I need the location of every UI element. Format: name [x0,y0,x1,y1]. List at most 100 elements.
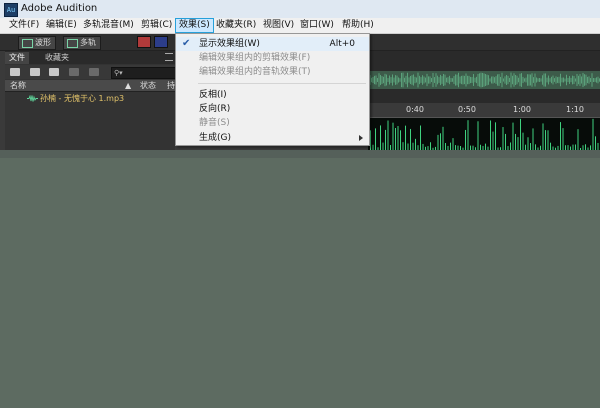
menu-item-invert[interactable]: 反相(I) [176,88,369,102]
menu-item-edit-track-effects[interactable]: 编辑效果组内的音轨效果(T) [176,65,369,79]
overview-wave-bar [500,76,501,84]
overview-wave-bar [389,75,390,85]
app-logo-icon: Au [4,3,18,17]
overview-wave-bar [456,74,458,86]
waveform-spike [562,128,564,150]
overview-wave-bar [567,77,569,83]
overview-wave-bar [479,73,480,87]
waveform-spike [477,121,479,150]
monitor-icon[interactable] [154,36,168,48]
waveform-spike [515,133,516,150]
overview-wave-bar [458,72,459,88]
waveform-spike [527,137,529,150]
overview-wave-bar [464,75,465,85]
import-icon[interactable] [30,68,40,76]
menu-effects[interactable]: 效果(S) [175,18,214,33]
menu-item-label: 反向(R) [199,104,231,114]
file-list-item[interactable]: 孙楠 - 无愧于心 1.mp3 [5,92,175,105]
overview-wave-bar [453,76,455,84]
record-icon[interactable] [137,36,151,48]
overview-wave-bar [516,75,518,85]
menu-window[interactable]: 窗口(W) [297,19,337,32]
overview-wave-bar [585,74,587,86]
overview-wave-bar [404,77,405,83]
delete-icon[interactable] [89,68,99,76]
sort-arrow-icon[interactable]: ▲ [125,80,131,91]
overview-wave-bar [578,75,579,85]
window-title: Adobe Audition [21,3,98,14]
overview-wave-bar [483,73,485,87]
menu-file[interactable]: 文件(F) [6,19,42,32]
overview-wave-bar [597,76,599,84]
overview-wave-bar [530,74,531,86]
files-search-input[interactable]: ⚲▾ [111,67,177,79]
overview-wave-bar [561,77,563,83]
overview-wave-bar [566,74,567,86]
overview-wave-bar [380,74,381,86]
overview-wave-bar [539,78,540,82]
overview-wave-bar [491,76,492,84]
menu-item-generate[interactable]: 生成(G) [176,131,369,145]
menu-item-show-effects-rack[interactable]: ✔ 显示效果组(W) Alt+0 [176,37,369,51]
menu-clip[interactable]: 剪辑(C) [138,19,175,32]
overview-wave-bar [554,78,555,82]
overview-wave-bar [432,72,434,88]
panel-menu-icon[interactable] [165,53,173,61]
waveform-spike [440,133,441,150]
multitrack-view-button[interactable]: 多轨 [63,36,101,50]
time-ruler[interactable]: 0:40 0:50 1:00 1:10 [368,103,600,118]
insert-icon[interactable] [69,68,79,76]
waveform-spike [522,132,524,150]
waveform-spike [380,125,381,150]
col-extra[interactable]: 持 [167,80,175,91]
overview-wave-bar [447,77,449,83]
menu-multitrack[interactable]: 多轨混音(M) [80,19,137,32]
overview-wave-bar [504,76,506,84]
overview-wave-bar [486,74,488,86]
col-name[interactable]: 名称 [10,80,26,91]
overview-wave-bar [467,75,468,85]
waveform-spike [395,128,396,150]
overview-wave-bar [588,76,590,84]
menu-bar: 文件(F) 编辑(E) 多轨混音(M) 剪辑(C) 效果(S) 收藏夹(R) 视… [0,18,600,34]
menu-edit[interactable]: 编辑(E) [43,19,80,32]
overview-wave-bar [573,76,575,84]
menu-item-edit-clip-effects[interactable]: 编辑效果组内的剪辑效果(F) [176,51,369,65]
tab-files[interactable]: 文件 [5,52,29,64]
waveform-spike [430,142,431,150]
open-folder-icon[interactable] [10,68,20,76]
overview-wave-bar [519,73,521,87]
waveform-spike [597,142,599,150]
overview-wave-bar [534,73,536,87]
menu-favorites[interactable]: 收藏夹(R) [213,19,259,32]
overview-wave-bar [515,74,516,86]
menu-item-reverse[interactable]: 反向(R) [176,102,369,116]
waveform-view-button[interactable]: 波形 [18,36,56,50]
overview-wave-bar [441,76,443,84]
waveform-view-label: 波形 [35,38,51,47]
waveform-spike [595,136,596,150]
menu-item-label: 显示效果组(W) [199,39,260,49]
overview-wave-bar [545,73,546,87]
overview-wave-bar [396,75,398,85]
menu-help[interactable]: 帮助(H) [339,19,377,32]
waveform-spike [502,127,504,150]
overview-wave-bar [390,77,392,83]
main-waveform[interactable] [368,118,600,150]
multitrack-view-label: 多轨 [80,38,96,47]
tab-favorites[interactable]: 收藏夹 [41,52,73,64]
col-status[interactable]: 状态 [140,80,156,91]
overview-wave-bar [536,77,537,83]
new-file-icon[interactable] [49,68,59,76]
overview-wave-bar [423,76,425,84]
overview-wave-bar [540,78,542,82]
overview-wave-bar [402,72,404,88]
overview-wave-bar [429,76,431,84]
overview-waveform[interactable] [368,71,600,89]
waveform-spike [505,133,506,150]
waveform-spike [450,142,451,150]
menu-item-silence[interactable]: 静音(S) [176,116,369,130]
menu-view[interactable]: 视图(V) [260,19,297,32]
overview-wave-bar [395,75,396,85]
overview-wave-bar [459,76,461,84]
